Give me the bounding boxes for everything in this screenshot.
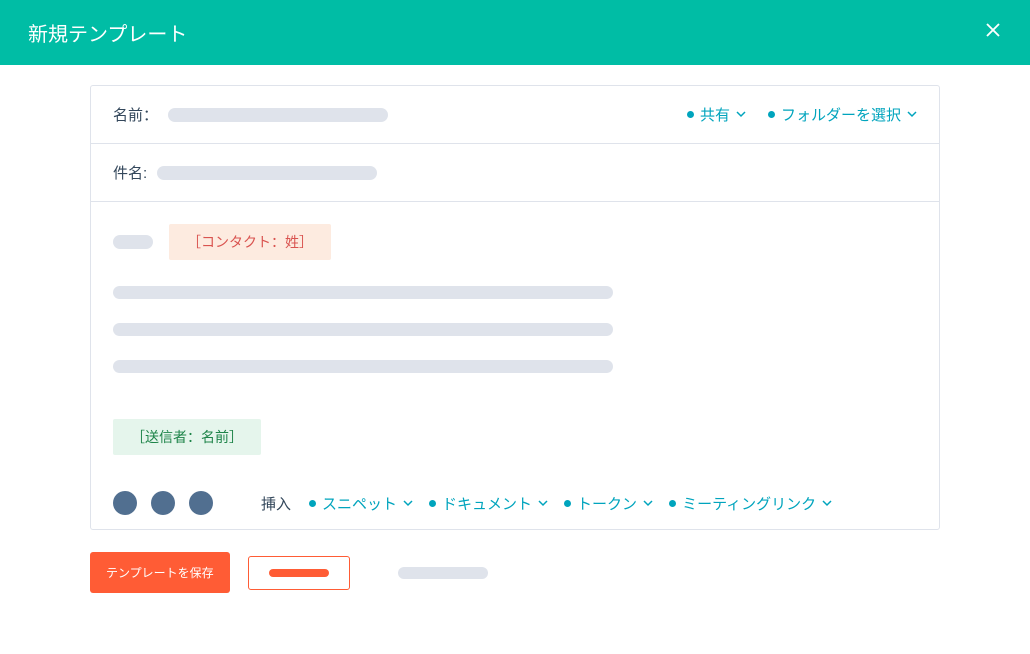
format-circles bbox=[113, 491, 213, 515]
token-contact-lastname[interactable]: ［コンタクト：姓］ bbox=[169, 224, 331, 260]
subject-label: 件名: bbox=[113, 162, 147, 183]
subject-input[interactable] bbox=[157, 166, 377, 180]
name-input[interactable] bbox=[168, 108, 388, 122]
save-button[interactable]: テンプレートを保存 bbox=[90, 552, 230, 593]
meeting-link-label: ミーティングリンク bbox=[682, 493, 816, 514]
dot-icon bbox=[768, 111, 775, 118]
template-panel: 名前： 共有 フォルダーを選択 件名: bbox=[90, 85, 940, 530]
format-option-2[interactable] bbox=[151, 491, 175, 515]
name-row: 名前： 共有 フォルダーを選択 bbox=[91, 86, 939, 144]
close-button[interactable] bbox=[984, 21, 1002, 44]
top-actions: 共有 フォルダーを選択 bbox=[687, 104, 917, 125]
chevron-down-icon bbox=[736, 106, 746, 123]
text-placeholder bbox=[113, 286, 613, 299]
secondary-button[interactable] bbox=[248, 556, 350, 590]
button-placeholder bbox=[269, 569, 329, 577]
footer: テンプレートを保存 bbox=[90, 530, 940, 593]
insert-snippet[interactable]: スニペット bbox=[309, 493, 413, 514]
dot-icon bbox=[669, 500, 676, 507]
share-label: 共有 bbox=[700, 104, 730, 125]
share-dropdown[interactable]: 共有 bbox=[687, 104, 746, 125]
dot-icon bbox=[687, 111, 694, 118]
chevron-down-icon bbox=[403, 495, 413, 512]
dot-icon bbox=[564, 500, 571, 507]
folder-dropdown[interactable]: フォルダーを選択 bbox=[768, 104, 917, 125]
insert-menus: スニペット ドキュメント トークン ミーティングリンク bbox=[309, 493, 832, 514]
name-label: 名前： bbox=[113, 104, 158, 125]
dot-icon bbox=[429, 500, 436, 507]
token-sender-name[interactable]: ［送信者：名前］ bbox=[113, 419, 261, 455]
insert-label: 挿入 bbox=[261, 493, 291, 514]
format-option-3[interactable] bbox=[189, 491, 213, 515]
insert-meeting-link[interactable]: ミーティングリンク bbox=[669, 493, 832, 514]
snippet-label: スニペット bbox=[322, 493, 397, 514]
body-line-1: ［コンタクト：姓］ bbox=[113, 224, 917, 260]
text-placeholder bbox=[113, 360, 613, 373]
dot-icon bbox=[309, 500, 316, 507]
text-placeholder bbox=[113, 235, 153, 249]
chevron-down-icon bbox=[538, 495, 548, 512]
subject-row: 件名: bbox=[91, 144, 939, 202]
editor-toolbar: 挿入 スニペット ドキュメント トークン bbox=[91, 477, 939, 529]
chevron-down-icon bbox=[822, 495, 832, 512]
chevron-down-icon bbox=[907, 106, 917, 123]
insert-document[interactable]: ドキュメント bbox=[429, 493, 548, 514]
token-label: トークン bbox=[577, 493, 637, 514]
insert-token[interactable]: トークン bbox=[564, 493, 653, 514]
content: 名前： 共有 フォルダーを選択 件名: bbox=[0, 65, 1030, 593]
close-icon bbox=[984, 21, 1002, 44]
modal-title: 新規テンプレート bbox=[28, 18, 187, 47]
chevron-down-icon bbox=[643, 495, 653, 512]
text-placeholder bbox=[113, 323, 613, 336]
document-label: ドキュメント bbox=[442, 493, 532, 514]
footer-text-placeholder bbox=[398, 567, 488, 579]
folder-label: フォルダーを選択 bbox=[781, 104, 901, 125]
body-editor[interactable]: ［コンタクト：姓］ ［送信者：名前］ bbox=[91, 202, 939, 477]
format-option-1[interactable] bbox=[113, 491, 137, 515]
modal-header: 新規テンプレート bbox=[0, 0, 1030, 65]
